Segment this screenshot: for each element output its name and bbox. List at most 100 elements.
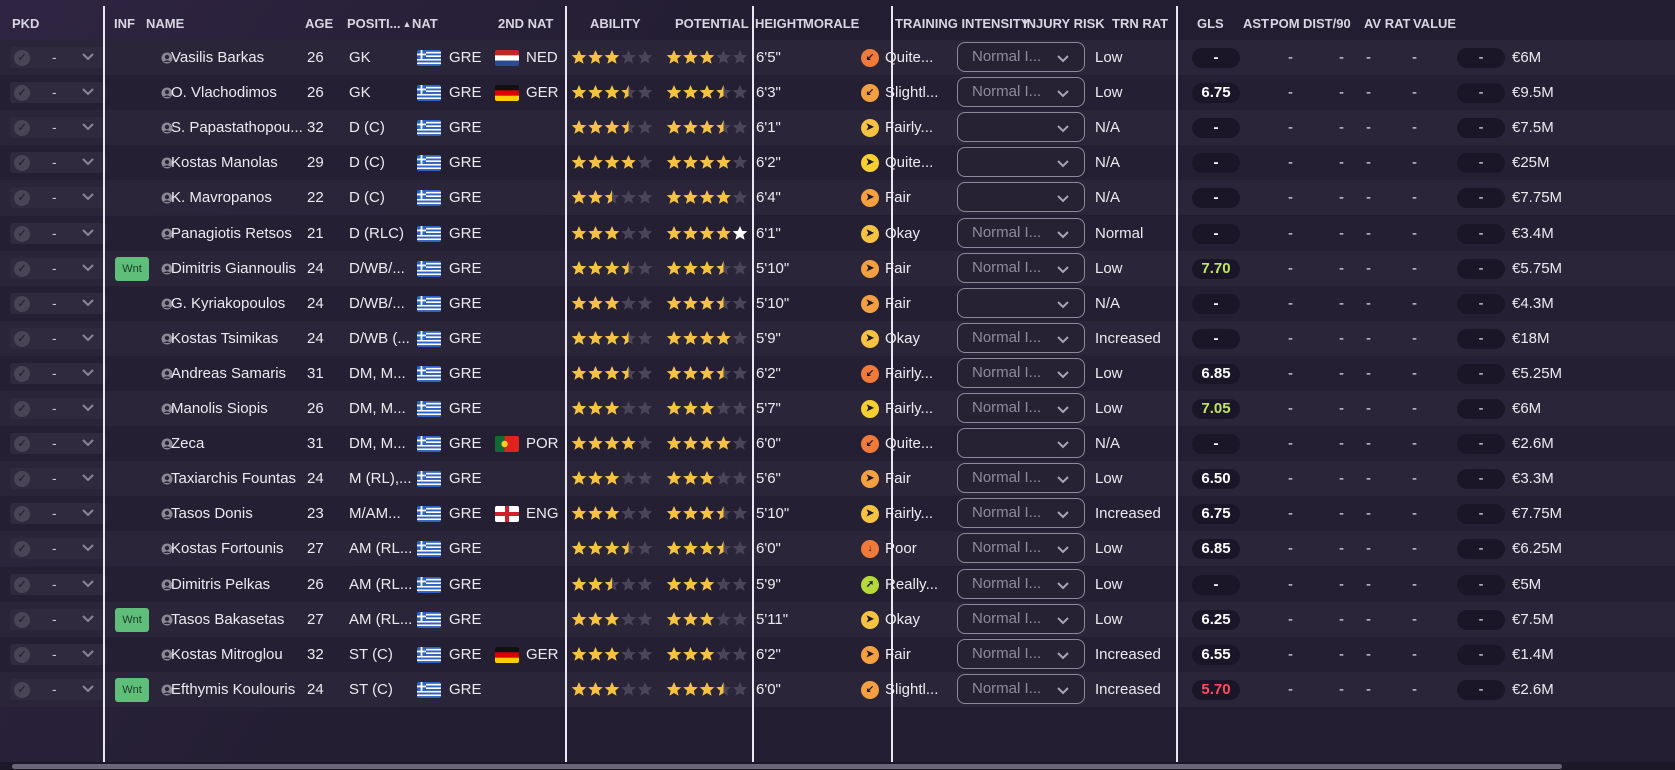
col-header-value[interactable]: VALUE bbox=[1413, 16, 1456, 31]
table-row[interactable]: ✓ - Kostas Mitroglou 32 ST (C) GRE GER 6'2" ➤ Fai… bbox=[0, 636, 1675, 672]
chevron-down-icon[interactable] bbox=[80, 330, 96, 346]
chevron-down-icon[interactable] bbox=[80, 540, 96, 556]
chevron-down-icon[interactable] bbox=[80, 470, 96, 486]
player-name[interactable]: Dimitris Pelkas bbox=[171, 567, 270, 602]
col-header-gls[interactable]: GLS bbox=[1197, 16, 1224, 31]
table-row[interactable]: ✓ - Wnt Tasos Bakasetas 27 AM (RL... GRE 5'11" ➤… bbox=[0, 601, 1675, 637]
training-intensity-dropdown[interactable] bbox=[957, 147, 1085, 178]
chevron-down-icon[interactable] bbox=[80, 225, 96, 241]
table-row[interactable]: ✓ - Taxiarchis Fountas 24 M (RL),... GRE 5'6" ➤… bbox=[0, 461, 1675, 497]
player-name[interactable]: Kostas Mitroglou bbox=[171, 637, 283, 672]
training-intensity-dropdown[interactable]: Normal I... bbox=[957, 498, 1085, 529]
checkmark-icon[interactable]: ✓ bbox=[14, 401, 30, 417]
checkmark-icon[interactable]: ✓ bbox=[14, 225, 30, 242]
col-header-pkd[interactable]: PKD bbox=[12, 16, 39, 31]
checkmark-icon[interactable]: ✓ bbox=[14, 295, 30, 312]
training-intensity-dropdown[interactable] bbox=[957, 428, 1085, 459]
checkmark-icon[interactable]: ✓ bbox=[14, 330, 30, 347]
training-intensity-dropdown[interactable]: Normal I... bbox=[957, 217, 1085, 248]
chevron-down-icon[interactable] bbox=[80, 189, 96, 205]
training-intensity-dropdown[interactable]: Normal I... bbox=[957, 77, 1085, 108]
table-row[interactable]: ✓ - Vasilis Barkas 26 GK GRE NED 6'5" ↙ Quite... N… bbox=[0, 40, 1675, 75]
chevron-down-icon[interactable] bbox=[80, 84, 96, 100]
player-name[interactable]: Kostas Manolas bbox=[171, 145, 278, 180]
checkmark-icon[interactable]: ✓ bbox=[14, 50, 30, 66]
horizontal-scrollbar-thumb[interactable] bbox=[12, 764, 1562, 769]
table-row[interactable]: ✓ - Kostas Manolas 29 D (C) GRE 6'2" ➤ Quite... N… bbox=[0, 145, 1675, 181]
chevron-down-icon[interactable] bbox=[80, 681, 96, 697]
player-name[interactable]: Kostas Tsimikas bbox=[171, 321, 278, 356]
table-row[interactable]: ✓ - Wnt Efthymis Koulouris 24 ST (C) GRE 6'0" ↙ S… bbox=[0, 671, 1675, 707]
chevron-down-icon[interactable] bbox=[80, 400, 96, 416]
chevron-down-icon[interactable] bbox=[80, 576, 96, 592]
training-intensity-dropdown[interactable]: Normal I... bbox=[957, 603, 1085, 634]
training-intensity-dropdown[interactable]: Normal I... bbox=[957, 638, 1085, 669]
player-name[interactable]: Dimitris Giannoulis bbox=[171, 251, 296, 286]
table-row[interactable]: ✓ - Panagiotis Retsos 21 D (RLC) GRE 6'1" ➤ Okay… bbox=[0, 215, 1675, 251]
chevron-down-icon[interactable] bbox=[80, 260, 96, 276]
training-intensity-dropdown[interactable] bbox=[957, 112, 1085, 143]
col-header-age[interactable]: AGE bbox=[305, 16, 333, 31]
training-intensity-dropdown[interactable]: Normal I... bbox=[957, 42, 1085, 72]
training-intensity-dropdown[interactable] bbox=[957, 182, 1085, 213]
col-header-position[interactable]: POSITI... ▲ bbox=[347, 16, 413, 31]
col-header-name[interactable]: NAME bbox=[146, 16, 184, 31]
player-name[interactable]: O. Vlachodimos bbox=[171, 75, 277, 110]
table-row[interactable]: ✓ - S. Papastathopou... 32 D (C) GRE 6'1" ➤ Fair… bbox=[0, 110, 1675, 146]
training-intensity-dropdown[interactable]: Normal I... bbox=[957, 393, 1085, 423]
checkmark-icon[interactable]: ✓ bbox=[14, 681, 30, 698]
chevron-down-icon[interactable] bbox=[80, 49, 96, 65]
table-row[interactable]: ✓ - Dimitris Pelkas 26 AM (RL... GRE 5'9" ➚ Real… bbox=[0, 566, 1675, 602]
col-header-2nd-nat[interactable]: 2ND NAT bbox=[498, 16, 553, 31]
training-intensity-dropdown[interactable]: Normal I... bbox=[957, 322, 1085, 353]
table-row[interactable]: ✓ - G. Kyriakopoulos 24 D/WB/... GRE 5'10" ➤ Fai… bbox=[0, 285, 1675, 321]
chevron-down-icon[interactable] bbox=[80, 611, 96, 627]
player-name[interactable]: Kostas Fortounis bbox=[171, 531, 284, 566]
player-name[interactable]: Efthymis Koulouris bbox=[171, 672, 295, 707]
player-name[interactable]: Manolis Siopis bbox=[171, 391, 268, 426]
chevron-down-icon[interactable] bbox=[80, 154, 96, 170]
table-row[interactable]: ✓ - Kostas Fortounis 27 AM (RL... GRE 6'0" ↓ Poo… bbox=[0, 531, 1675, 567]
player-name[interactable]: Tasos Bakasetas bbox=[171, 602, 284, 637]
player-name[interactable]: Andreas Samaris bbox=[171, 356, 286, 391]
table-row[interactable]: ✓ - K. Mavropanos 22 D (C) GRE 6'4" ➤ Fair N/A - - -… bbox=[0, 180, 1675, 216]
col-header-pom[interactable]: POM bbox=[1270, 16, 1300, 31]
player-name[interactable]: S. Papastathopou... bbox=[171, 110, 303, 145]
col-header-trn-rat[interactable]: TRN RAT bbox=[1112, 16, 1168, 31]
col-header-height[interactable]: HEIGHT bbox=[755, 16, 804, 31]
col-header-dist90[interactable]: DIST/90 bbox=[1303, 16, 1351, 31]
col-header-ast[interactable]: AST bbox=[1243, 16, 1269, 31]
chevron-down-icon[interactable] bbox=[80, 295, 96, 311]
col-header-morale[interactable]: MORALE bbox=[803, 16, 859, 31]
table-row[interactable]: ✓ - Tasos Donis 23 M/AM... GRE ENG 5'10" ➤ Fairly… bbox=[0, 496, 1675, 532]
table-row[interactable]: ✓ - Kostas Tsimikas 24 D/WB (... GRE 5'9" ➤ Okay… bbox=[0, 320, 1675, 356]
player-name[interactable]: Vasilis Barkas bbox=[171, 40, 264, 75]
chevron-down-icon[interactable] bbox=[80, 435, 96, 451]
table-row[interactable]: ✓ - O. Vlachodimos 26 GK GRE GER 6'3" ↙ Slightl..… bbox=[0, 75, 1675, 111]
table-row[interactable]: ✓ - Wnt Dimitris Giannoulis 24 D/WB/... GRE 5'1… bbox=[0, 250, 1675, 286]
training-intensity-dropdown[interactable]: Normal I... bbox=[957, 533, 1085, 564]
table-row[interactable]: ✓ - Manolis Siopis 26 DM, M... GRE 5'7" ➤ Fairly… bbox=[0, 391, 1675, 426]
training-intensity-dropdown[interactable] bbox=[957, 287, 1085, 318]
col-header-ability[interactable]: ABILITY bbox=[590, 16, 641, 31]
chevron-down-icon[interactable] bbox=[80, 646, 96, 662]
player-name[interactable]: Zeca bbox=[171, 426, 204, 461]
col-header-training-intensity[interactable]: TRAINING INTENSITY bbox=[895, 16, 1029, 31]
checkmark-icon[interactable]: ✓ bbox=[14, 260, 30, 277]
table-row[interactable]: ✓ - Zeca 31 DM, M... GRE POR 6'0" ↙ Quite... N/A - -… bbox=[0, 426, 1675, 462]
chevron-down-icon[interactable] bbox=[80, 505, 96, 521]
training-intensity-dropdown[interactable]: Normal I... bbox=[957, 252, 1085, 283]
training-intensity-dropdown[interactable]: Normal I... bbox=[957, 568, 1085, 599]
chevron-down-icon[interactable] bbox=[80, 365, 96, 381]
training-intensity-dropdown[interactable]: Normal I... bbox=[957, 357, 1085, 388]
chevron-down-icon[interactable] bbox=[80, 119, 96, 135]
player-name[interactable]: K. Mavropanos bbox=[171, 180, 272, 215]
checkmark-icon[interactable]: ✓ bbox=[14, 611, 30, 628]
checkmark-icon[interactable]: ✓ bbox=[14, 646, 30, 663]
checkmark-icon[interactable]: ✓ bbox=[14, 85, 30, 102]
training-intensity-dropdown[interactable]: Normal I... bbox=[957, 673, 1085, 704]
col-header-potential[interactable]: POTENTIAL bbox=[675, 16, 749, 31]
player-name[interactable]: Taxiarchis Fountas bbox=[171, 461, 296, 496]
col-header-inf[interactable]: INF bbox=[114, 16, 135, 31]
col-header-nat[interactable]: NAT bbox=[412, 16, 438, 31]
